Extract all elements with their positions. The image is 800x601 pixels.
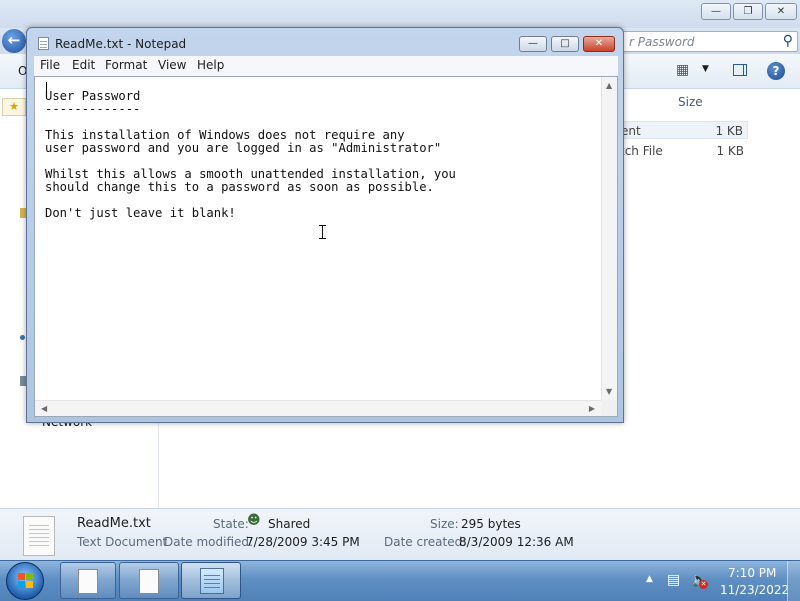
document-text: User Password ------------- This installat… xyxy=(45,90,456,220)
horizontal-scrollbar[interactable]: ◀ ▶ xyxy=(35,400,601,416)
details-state-value: Shared xyxy=(268,517,311,531)
explorer-close-button[interactable]: ✕ xyxy=(765,3,797,20)
details-pane: ReadMe.txt Text Document State: ☻ Shared… xyxy=(0,508,800,561)
clock-time[interactable]: 7:10 PM xyxy=(728,566,776,580)
menu-help[interactable]: Help xyxy=(197,58,224,72)
preview-pane-icon[interactable] xyxy=(733,64,747,76)
taskbar: ▲ ▤ 🔈 ✕ 7:10 PM 11/23/2022 xyxy=(0,560,800,601)
explorer-restore-button[interactable]: ❐ xyxy=(733,3,763,20)
explorer-titlebar: — ❐ ✕ xyxy=(0,0,800,28)
details-modified-value: 7/28/2009 3:45 PM xyxy=(246,535,360,549)
menu-format[interactable]: Format xyxy=(105,58,147,72)
text-line: should change this to a password as soon… xyxy=(45,180,434,194)
shared-users-icon: ☻ xyxy=(247,513,261,528)
notepad-icon xyxy=(200,568,224,594)
file-size: 1 KB xyxy=(715,124,743,138)
explorer-minimize-button[interactable]: — xyxy=(701,3,731,20)
menu-bar: File Edit Format View Help xyxy=(34,56,618,76)
window-title: ReadMe.txt - Notepad xyxy=(55,37,187,51)
text-document-icon xyxy=(23,516,55,556)
details-size-value: 295 bytes xyxy=(461,517,521,531)
details-state-label: State: xyxy=(213,517,249,531)
show-hidden-icons-icon[interactable]: ▲ xyxy=(646,574,653,584)
search-placeholder: r Password xyxy=(629,35,695,49)
close-button[interactable]: ✕ xyxy=(583,36,615,52)
windows-logo-icon xyxy=(18,573,34,589)
help-icon[interactable]: ? xyxy=(767,62,785,80)
ibeam-cursor-icon xyxy=(319,225,326,239)
start-button[interactable] xyxy=(6,562,44,600)
search-input[interactable]: r Password ⚲ xyxy=(618,31,798,52)
details-size-label: Size: xyxy=(430,517,459,531)
text-line: Don't just leave it blank! xyxy=(45,206,236,220)
file-size: 1 KB xyxy=(716,144,744,158)
menu-view[interactable]: View xyxy=(158,58,186,72)
menu-edit[interactable]: Edit xyxy=(72,58,95,72)
chevron-down-icon[interactable]: ▼ xyxy=(702,64,709,74)
maximize-button[interactable]: □ xyxy=(551,36,579,52)
minimize-button[interactable]: — xyxy=(519,36,547,52)
file-name: tch File xyxy=(620,144,663,158)
clock-date[interactable]: 11/23/2022 xyxy=(720,583,789,597)
document-icon xyxy=(139,569,159,594)
text-line: ------------- xyxy=(45,102,141,116)
taskbar-button-notepad[interactable] xyxy=(181,562,241,599)
text-line: user password and you are logged in as "… xyxy=(45,141,442,155)
document-icon xyxy=(78,569,98,594)
network-icon[interactable]: ▤ xyxy=(667,572,680,588)
back-arrow-icon[interactable]: ← xyxy=(2,29,26,53)
size-grip[interactable] xyxy=(601,400,617,416)
taskbar-button-document[interactable] xyxy=(119,562,179,599)
details-created-value: 8/3/2009 12:36 AM xyxy=(459,535,574,549)
favorites-icon[interactable]: ★ xyxy=(2,98,26,116)
homegroup-icon[interactable] xyxy=(20,335,25,340)
details-filename: ReadMe.txt xyxy=(77,516,151,531)
column-header-size[interactable]: Size xyxy=(678,95,703,109)
scroll-down-arrow-icon[interactable]: ▼ xyxy=(606,387,612,396)
volume-muted-icon: ✕ xyxy=(699,580,708,589)
search-icon[interactable]: ⚲ xyxy=(783,33,793,49)
taskbar-button-document[interactable] xyxy=(60,562,116,599)
scroll-left-arrow-icon[interactable]: ◀ xyxy=(41,404,47,413)
notepad-window: ReadMe.txt - Notepad — □ ✕ File Edit For… xyxy=(26,27,624,423)
details-modified-label: Date modified: xyxy=(164,535,254,549)
scroll-up-arrow-icon[interactable]: ▲ xyxy=(606,81,612,90)
details-filetype: Text Document xyxy=(77,535,168,549)
show-desktop-button[interactable] xyxy=(787,561,800,601)
text-editor-area[interactable]: User Password ------------- This installat… xyxy=(34,76,618,417)
notepad-icon xyxy=(38,37,49,50)
details-created-label: Date created: xyxy=(384,535,467,549)
views-icon[interactable]: ▦ xyxy=(676,62,689,78)
menu-file[interactable]: File xyxy=(40,58,60,72)
scroll-right-arrow-icon[interactable]: ▶ xyxy=(589,404,595,413)
vertical-scrollbar[interactable]: ▲ ▼ xyxy=(601,77,617,400)
